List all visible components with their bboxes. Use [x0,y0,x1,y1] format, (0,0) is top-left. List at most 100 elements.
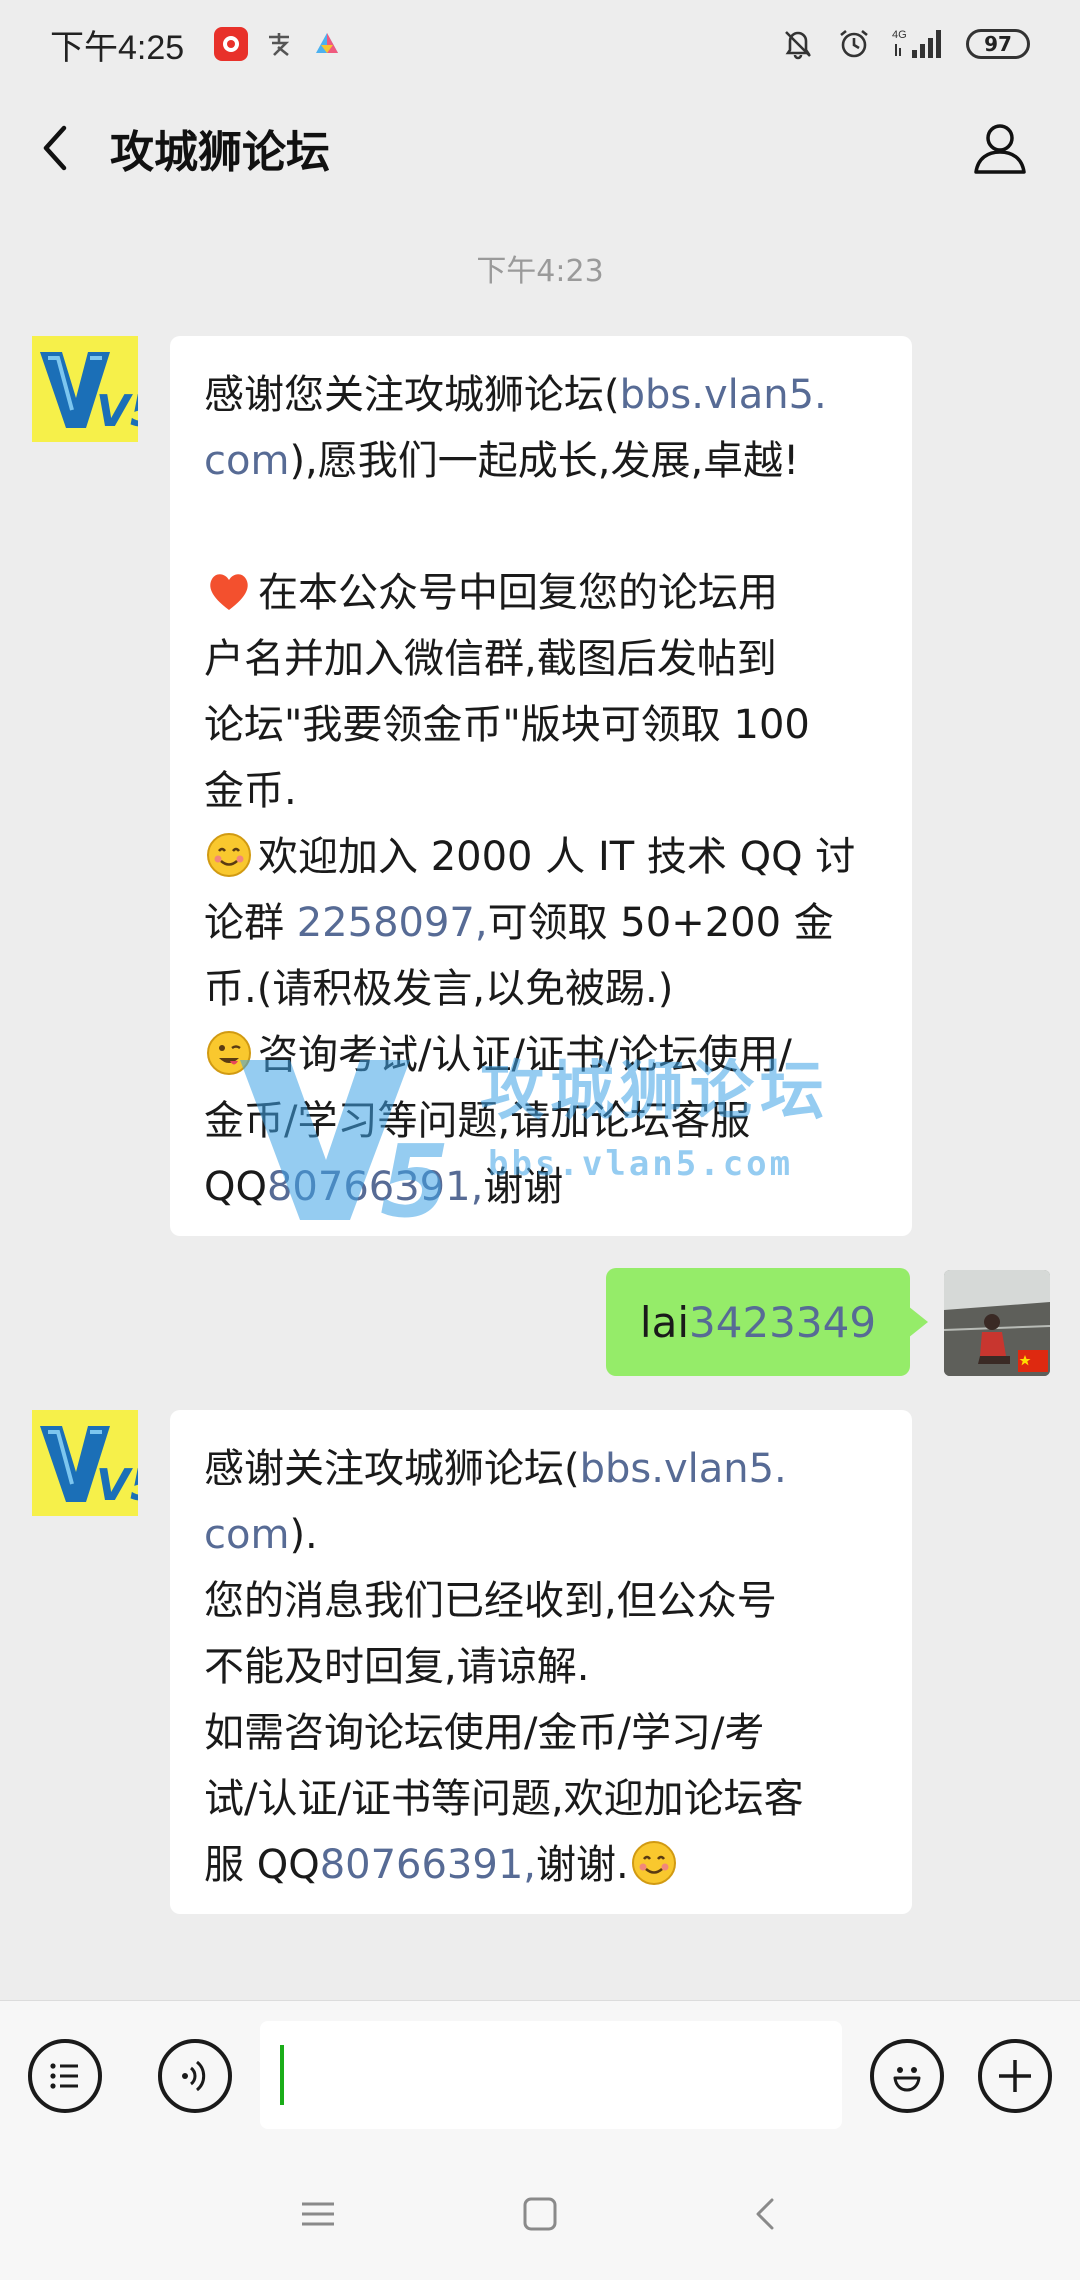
message-text: 谢谢. [536,1842,629,1888]
message-link[interactable]: bbs.vlan5. [580,1446,787,1492]
message-link[interactable]: 3423349 [689,1298,876,1347]
message-line: 感谢您关注攻城狮论坛(bbs.vlan5. [204,362,880,428]
message-text: 欢迎加入 2000 人 IT 技术 QQ 讨 [258,834,856,880]
message-line: 试/认证/证书等问题,欢迎加论坛客 [204,1766,880,1832]
message-text: 论群 [204,900,297,946]
nav-home-button[interactable] [510,2184,570,2244]
message-text: 在本公众号中回复您的论坛用 [258,570,778,616]
message-line: 不能及时回复,请谅解. [204,1634,880,1700]
message-link[interactable]: bbs.vlan5. [620,372,827,418]
message-line: 论群 2258097,可领取 50+200 金 [204,890,880,956]
message-line [204,494,880,560]
plus-icon [999,2060,1031,2092]
message-timestamp: 下午4:23 [476,254,604,289]
avatar-text: V5 [96,1460,138,1511]
emoji-icon [893,2067,921,2092]
message-text [204,504,217,550]
message-line: 咨询考试/认证/证书/论坛使用/ [204,1022,880,1088]
message-text: 币.(请积极发言,以免被踢.) [204,966,674,1012]
user-avatar[interactable] [944,1270,1050,1376]
v5-logo-icon: V5 [32,336,138,442]
message-text: 可领取 50+200 金 [487,900,834,946]
network-label: 4G [892,29,907,41]
message-text: 不能及时回复,请谅解. [204,1644,590,1690]
message-text: 服 QQ [204,1842,320,1888]
user-photo [944,1270,1050,1376]
message-line: QQ80766391,谢谢 [204,1154,880,1220]
message-line: 服 QQ80766391,谢谢. [204,1832,880,1898]
message-line: 您的消息我们已经收到,但公众号 [204,1568,880,1634]
message-line: 论坛"我要领金币"版块可领取 100 [204,692,880,758]
message-line: 金币. [204,758,880,824]
system-navigation-bar [0,2148,1080,2280]
message-line: 如需咨询论坛使用/金币/学习/考 [204,1700,880,1766]
message-link[interactable]: 2258097, [297,900,488,946]
alarm-icon [836,26,872,62]
status-time: 下午4:25 [50,28,185,67]
message-text: 感谢您关注攻城狮论坛( [204,372,620,418]
incoming-message-bubble[interactable]: 感谢关注攻城狮论坛(bbs.vlan5. com). 您的消息我们已经收到,但公众号… [170,1410,912,1914]
nav-back-icon [756,2198,774,2230]
app-triangle-icon [310,27,344,61]
emoji-button[interactable] [870,2039,944,2113]
signal-icon: 4G [892,26,946,62]
notification-icons [200,27,344,61]
nav-home-icon [523,2197,557,2231]
official-account-avatar[interactable]: V5 [32,1410,138,1516]
app-notification-icon [214,27,249,61]
mute-icon [780,26,816,62]
smile-emoji-icon [629,1838,679,1888]
person-icon [974,124,1026,174]
chat-title: 攻城狮论坛 [110,127,330,178]
battery-indicator: 97 [966,29,1030,59]
v5-logo-icon: V5 [32,1410,138,1516]
heart-emoji-icon [204,566,254,616]
message-line: 金币/学习等问题,请加论坛客服 [204,1088,880,1154]
message-line: 币.(请积极发言,以免被踢.) [204,956,880,1022]
message-link[interactable]: com [204,438,289,484]
message-line: com),愿我们一起成长,发展,卓越! [204,428,880,494]
message-line: com). [204,1502,880,1568]
voice-icon [182,2060,206,2092]
message-text: 金币/学习等问题,请加论坛客服 [204,1098,751,1144]
status-right-icons: 4G 97 [760,26,1030,62]
message-line: 户名并加入微信群,截图后发帖到 [204,626,880,692]
message-text: 咨询考试/认证/证书/论坛使用/ [258,1032,792,1078]
message-text: 金币. [204,768,297,814]
voice-button[interactable] [158,2039,232,2113]
message-text: 谢谢 [483,1164,564,1210]
message-text: 户名并加入微信群,截图后发帖到 [204,636,777,682]
menu-list-icon [50,2063,78,2089]
message-text: QQ [204,1164,267,1210]
back-button[interactable] [6,88,106,208]
wink-emoji-icon [204,1028,254,1078]
message-text: 您的消息我们已经收到,但公众号 [204,1578,777,1624]
message-text: ). [289,1512,318,1558]
alipay-icon [262,27,296,61]
back-arrow-icon [43,125,67,171]
outgoing-message-bubble[interactable]: lai 3423349 [606,1268,928,1376]
avatar-text: V5 [96,386,138,437]
message-link[interactable]: 80766391, [320,1842,536,1888]
message-text: 论坛"我要领金币"版块可领取 100 [204,702,810,748]
message-text: 试/认证/证书等问题,欢迎加论坛客 [204,1776,804,1822]
message-text: 如需咨询论坛使用/金币/学习/考 [204,1710,765,1756]
text-caret [280,2045,284,2105]
nav-menu-button[interactable] [288,2184,348,2244]
message-link[interactable]: com [204,1512,289,1558]
menu-toggle-button[interactable] [28,2039,102,2113]
message-input-bar [0,2000,1080,2148]
message-link[interactable]: 80766391, [267,1164,483,1210]
nav-menu-icon [302,2202,334,2226]
message-line: 欢迎加入 2000 人 IT 技术 QQ 讨 [204,824,880,890]
message-text-input[interactable] [260,2021,842,2129]
message-text: 感谢关注攻城狮论坛( [204,1446,580,1492]
official-account-avatar[interactable]: V5 [32,336,138,442]
nav-back-button[interactable] [736,2184,796,2244]
incoming-message-bubble[interactable]: 感谢您关注攻城狮论坛(bbs.vlan5. com),愿我们一起成长,发展,卓越!… [170,336,912,1236]
smile-emoji-icon [204,830,254,880]
message-text: ),愿我们一起成长,发展,卓越! [289,438,800,484]
chat-info-button[interactable] [960,108,1040,188]
more-functions-button[interactable] [978,2039,1052,2113]
status-bar: 下午4:25 4G 97 [0,0,1080,88]
